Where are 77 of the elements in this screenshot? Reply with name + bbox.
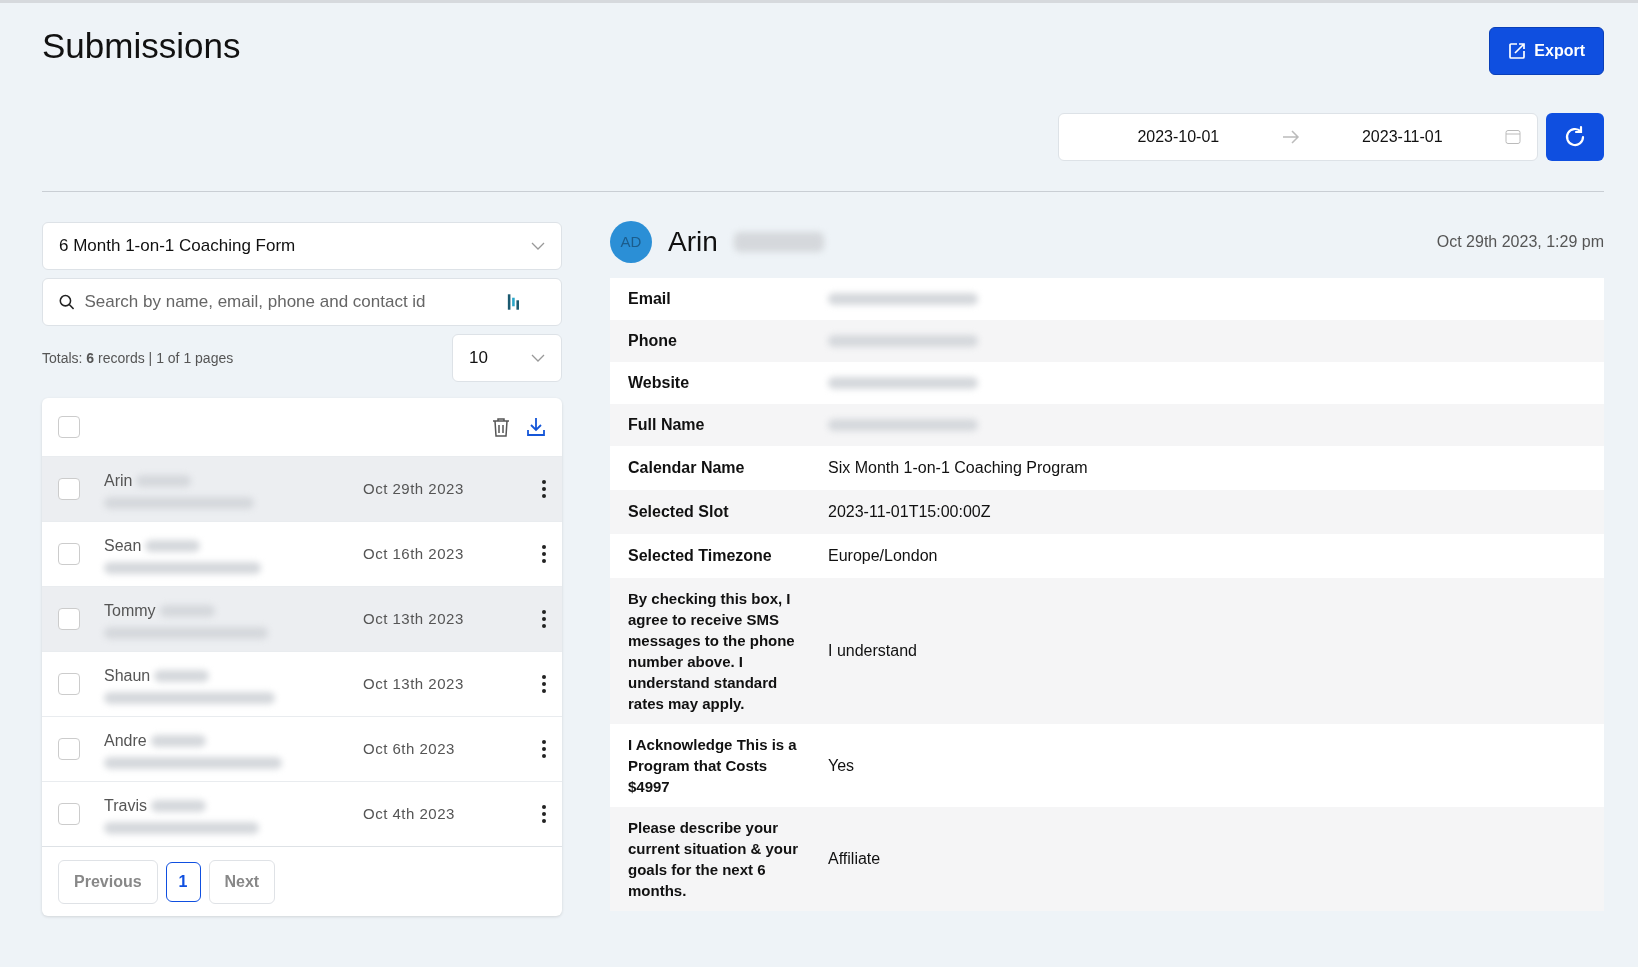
contact-name: Andre bbox=[104, 731, 147, 751]
bars-icon bbox=[507, 292, 521, 312]
calendar-icon bbox=[1505, 129, 1521, 145]
contact-name: Travis bbox=[104, 796, 147, 816]
submission-date: Oct 29th 2023 bbox=[363, 478, 465, 499]
submission-date: Oct 16th 2023 bbox=[363, 543, 465, 564]
field-label: Selected Timezone bbox=[628, 546, 773, 566]
submission-row[interactable]: Shaun Oct 13th 2023 bbox=[42, 651, 562, 716]
contact-name: Sean bbox=[104, 536, 142, 556]
refresh-icon bbox=[1563, 125, 1587, 149]
download-icon[interactable] bbox=[526, 417, 546, 437]
field-label: Email bbox=[628, 289, 672, 309]
trash-icon[interactable] bbox=[492, 417, 510, 437]
row-checkbox[interactable] bbox=[58, 478, 80, 500]
field-value: Europe/London bbox=[828, 546, 938, 566]
blurred-text bbox=[145, 540, 201, 552]
submission-row[interactable]: Andre Oct 6th 2023 bbox=[42, 716, 562, 781]
field-label: By checking this box, I agree to receive SMS messages to the phone number above. I understand standard rates may apply. bbox=[628, 589, 796, 714]
row-checkbox[interactable] bbox=[58, 543, 80, 565]
export-icon bbox=[1508, 42, 1527, 60]
search-icon bbox=[59, 293, 75, 311]
export-button[interactable]: Export bbox=[1489, 27, 1604, 75]
form-select[interactable]: 6 Month 1-on-1 Coaching Form bbox=[42, 222, 562, 270]
arrow-icon bbox=[1281, 130, 1300, 144]
page-button[interactable]: Previous bbox=[58, 859, 158, 904]
date-range-field[interactable]: 2023-10-01 2023-11-01 bbox=[1058, 113, 1538, 161]
submission-row[interactable]: Tommy Oct 13th 2023 bbox=[42, 586, 562, 651]
page-size-select[interactable]: 10 bbox=[452, 334, 562, 382]
submission-date: Oct 13th 2023 bbox=[363, 673, 465, 694]
more-icon[interactable] bbox=[542, 480, 546, 498]
start-date: 2023-10-01 bbox=[1136, 127, 1221, 147]
avatar: AD bbox=[610, 221, 652, 263]
field-value: I understand bbox=[828, 641, 917, 661]
contact-name: Tommy bbox=[104, 601, 156, 621]
more-icon[interactable] bbox=[542, 610, 546, 628]
row-checkbox[interactable] bbox=[58, 673, 80, 695]
contact-name: Arin bbox=[668, 225, 718, 259]
field-value: Affiliate bbox=[828, 849, 881, 869]
field-label: Please describe your current situation & your goals for the next 6 months. bbox=[628, 818, 800, 901]
more-icon[interactable] bbox=[542, 545, 546, 563]
select-all-checkbox[interactable] bbox=[58, 416, 80, 438]
blurred-text bbox=[150, 800, 206, 812]
field-value: 2023-11-01T15:00:00Z bbox=[828, 502, 991, 522]
submission-date: Oct 6th 2023 bbox=[363, 738, 456, 759]
row-checkbox[interactable] bbox=[58, 608, 80, 630]
more-icon[interactable] bbox=[542, 740, 546, 758]
field-label: Full Name bbox=[628, 415, 706, 435]
row-checkbox[interactable] bbox=[58, 738, 80, 760]
field-value: Six Month 1-on-1 Coaching Program bbox=[828, 458, 1088, 478]
page-button[interactable]: Next bbox=[208, 859, 276, 904]
field-label: Calendar Name bbox=[628, 458, 746, 478]
chevron-down-icon bbox=[531, 242, 545, 250]
field-value: Yes bbox=[828, 755, 855, 776]
search-field[interactable]: Search by name, email, phone and contact id bbox=[42, 278, 562, 326]
field-label: Website bbox=[628, 373, 691, 393]
search-input[interactable]: Search by name, email, phone and contact id bbox=[82, 288, 500, 316]
field-label: Selected Slot bbox=[628, 502, 730, 522]
submission-row[interactable]: Travis Oct 4th 2023 bbox=[42, 781, 562, 846]
end-date: 2023-11-01 bbox=[1360, 127, 1444, 147]
chevron-down-icon bbox=[531, 354, 545, 362]
row-checkbox[interactable] bbox=[58, 803, 80, 825]
contact-name: Arin bbox=[104, 471, 133, 491]
totals-text: Totals: 6 records | 1 of 1 pages bbox=[42, 348, 234, 368]
field-label: Phone bbox=[628, 331, 678, 351]
contact-name: Shaun bbox=[104, 666, 151, 686]
more-icon[interactable] bbox=[542, 805, 546, 823]
more-icon[interactable] bbox=[542, 675, 546, 693]
submission-date: Oct 4th 2023 bbox=[363, 803, 456, 824]
field-label: I Acknowledge This is a Program that Costs $4997 bbox=[628, 735, 798, 797]
submission-row[interactable]: Arin Oct 29th 2023 bbox=[42, 456, 562, 521]
blurred-text bbox=[154, 670, 210, 682]
submission-date: Oct 13th 2023 bbox=[363, 608, 465, 629]
page-button[interactable]: 1 bbox=[165, 861, 201, 902]
refresh-button[interactable] bbox=[1546, 113, 1604, 161]
blurred-text bbox=[150, 735, 206, 747]
page-title: Submissions bbox=[42, 25, 241, 67]
submission-time: Oct 29th 2023, 1:29 pm bbox=[1436, 232, 1604, 252]
